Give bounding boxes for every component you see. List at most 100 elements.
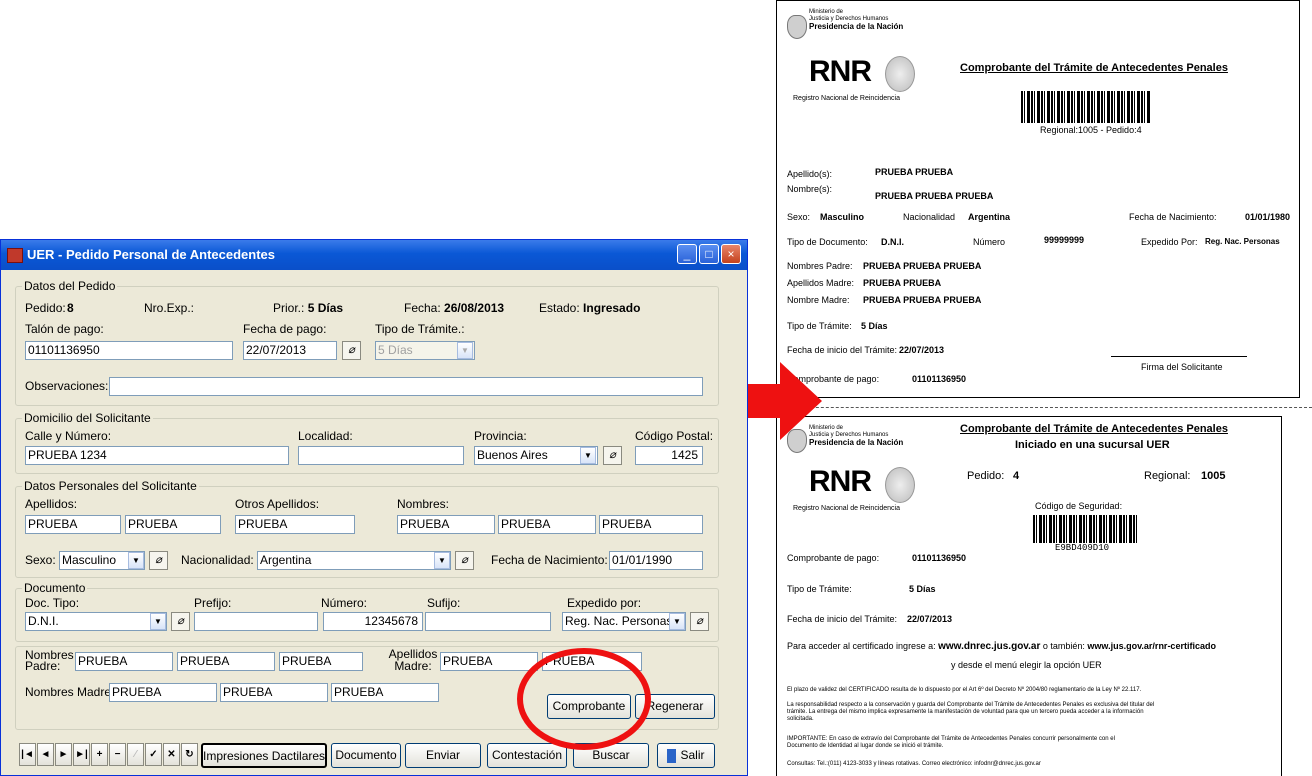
tipotramite-value: 5 Días	[861, 321, 888, 331]
chevron-down-icon[interactable]: ▼	[434, 552, 450, 569]
nombres-madre-label: Nombres Madre:	[25, 685, 115, 699]
doc-title: Comprobante del Trámite de Antecedentes …	[960, 62, 1228, 74]
nmadre-value: PRUEBA PRUEBA PRUEBA	[863, 295, 982, 305]
comprobante-label: Comprobante de pago:	[787, 553, 880, 563]
nmadre1-input[interactable]: PRUEBA	[109, 683, 217, 702]
doc-title: Comprobante del Trámite de Antecedentes …	[960, 423, 1228, 435]
menu-text: y desde el menú elegir la opción UER	[951, 660, 1102, 670]
clear-provincia-icon[interactable]: ⌀	[603, 446, 622, 465]
nro-exp-label: Nro.Exp.:	[144, 301, 195, 315]
apellido1-input[interactable]: PRUEBA	[25, 515, 121, 534]
nombre3-input[interactable]: PRUEBA	[599, 515, 703, 534]
cancel-record-button[interactable]: ✕	[163, 743, 180, 766]
importante-text: IMPORTANTE: En caso de extravío del Comp…	[787, 736, 1115, 742]
numero-input[interactable]: 12345678	[323, 612, 423, 631]
minimize-button[interactable]: _	[677, 244, 697, 264]
group-legend: Datos Personales del Solicitante	[22, 479, 199, 493]
prev-record-button[interactable]: ◄	[37, 743, 54, 766]
codigo-value: E9BD409D10	[1055, 543, 1110, 553]
chevron-down-icon[interactable]: ▼	[150, 613, 166, 630]
npadre-label: Nombres Padre:	[787, 261, 853, 271]
nacionalidad-select[interactable]: Argentina	[257, 551, 451, 570]
observaciones-input[interactable]	[109, 377, 703, 396]
clear-date-icon[interactable]: ⌀	[342, 341, 361, 360]
finicio-label: Fecha de inicio del Trámite:	[787, 614, 898, 624]
padre3-input[interactable]: PRUEBA	[279, 652, 363, 671]
pedido-label: Pedido:	[25, 301, 66, 315]
observaciones-label: Observaciones:	[25, 379, 109, 393]
otros-apellidos-input[interactable]: PRUEBA	[235, 515, 355, 534]
importante-text-2: Documento de Identidad al lugar donde se…	[787, 743, 944, 749]
prefijo-label: Prefijo:	[194, 596, 232, 610]
ministerio-logo: Ministerio de Justicia y Derechos Humanos…	[809, 9, 904, 31]
nombre2-input[interactable]: PRUEBA	[498, 515, 596, 534]
chevron-down-icon: ▼	[457, 342, 473, 359]
sexo-label: Sexo:	[25, 553, 56, 567]
rnr-logo: RNR	[809, 55, 872, 88]
next-record-button[interactable]: ►	[55, 743, 72, 766]
clear-nacionalidad-icon[interactable]: ⌀	[455, 551, 474, 570]
sufijo-input[interactable]	[425, 612, 551, 631]
barcode	[1021, 91, 1151, 123]
apellidos-label: Apellidos:	[25, 497, 78, 511]
padre2-input[interactable]: PRUEBA	[177, 652, 275, 671]
apellidos-value: PRUEBA PRUEBA	[875, 167, 954, 177]
tipodoc-label: Tipo de Documento:	[787, 237, 868, 247]
nacionalidad-value: Argentina	[968, 212, 1011, 222]
nmadre2-input[interactable]: PRUEBA	[220, 683, 328, 702]
edit-record-button[interactable]: ⁄	[127, 743, 144, 766]
delete-record-button[interactable]: −	[109, 743, 126, 766]
doc-subtitle: Iniciado en una sucursal UER	[1015, 439, 1170, 451]
tipotramite-label: Tipo de Trámite:	[787, 584, 852, 594]
firma-line	[1111, 356, 1247, 357]
fnac-input[interactable]: 01/01/1990	[609, 551, 703, 570]
clear-doc-tipo-icon[interactable]: ⌀	[171, 612, 190, 631]
expedido-label: Expedido Por:	[1141, 237, 1198, 247]
cp-input[interactable]: 1425	[635, 446, 703, 465]
close-button[interactable]: ×	[721, 244, 741, 264]
rnr-subtitle: Registro Nacional de Reincidencia	[793, 505, 901, 512]
apellidos-madre-label: Apellidos Madre:	[388, 647, 438, 673]
enviar-button[interactable]: Enviar	[405, 743, 481, 768]
padre1-input[interactable]: PRUEBA	[75, 652, 173, 671]
localidad-input[interactable]	[298, 446, 464, 465]
app-icon	[7, 248, 23, 263]
chevron-down-icon[interactable]: ▼	[128, 552, 144, 569]
otros-apellidos-label: Otros Apellidos:	[235, 497, 320, 511]
rnr-logo: RNR	[809, 465, 872, 498]
numero-label: Número	[973, 237, 1006, 247]
prefijo-input[interactable]	[194, 612, 318, 631]
calle-label: Calle y Número:	[25, 429, 112, 443]
validez-text: El plazo de validez del CERTIFICADO resu…	[787, 687, 1142, 693]
nmadre3-input[interactable]: PRUEBA	[331, 683, 439, 702]
expedido-select[interactable]: Reg. Nac. Personas	[562, 612, 686, 631]
first-record-button[interactable]: |◄	[19, 743, 36, 766]
tipotramite-value: 5 Días	[909, 584, 936, 594]
clear-expedido-icon[interactable]: ⌀	[690, 612, 709, 631]
doc-tipo-select[interactable]: D.N.I.	[25, 612, 167, 631]
refresh-button[interactable]: ↻	[181, 743, 198, 766]
salir-button[interactable]: Salir	[657, 743, 715, 768]
pedido-value: 4	[1013, 470, 1020, 482]
documento-button[interactable]: Documento	[331, 743, 401, 768]
talon-input[interactable]: 01101136950	[25, 341, 233, 360]
firma-label: Firma del Solicitante	[1141, 362, 1223, 372]
clear-sexo-icon[interactable]: ⌀	[149, 551, 168, 570]
chevron-down-icon[interactable]: ▼	[669, 613, 685, 630]
maximize-button[interactable]: □	[699, 244, 719, 264]
nombres-label: Nombres:	[397, 497, 450, 511]
nombre1-input[interactable]: PRUEBA	[397, 515, 495, 534]
add-record-button[interactable]: +	[91, 743, 108, 766]
tipo-tramite-label: Tipo de Trámite.:	[375, 322, 465, 336]
apellido2-input[interactable]: PRUEBA	[125, 515, 221, 534]
sexo-label: Sexo:	[787, 212, 811, 222]
impresiones-dactilares-button[interactable]: Impresiones Dactilares	[201, 743, 327, 768]
fecha-pago-input[interactable]: 22/07/2013	[243, 341, 337, 360]
chevron-down-icon[interactable]: ▼	[580, 447, 596, 464]
acceder-line: Para acceder al certificado ingrese a: w…	[787, 641, 1216, 652]
post-record-button[interactable]: ✓	[145, 743, 162, 766]
calle-input[interactable]: PRUEBA 1234	[25, 446, 289, 465]
group-legend: Domicilio del Solicitante	[22, 411, 153, 425]
nombres-value: PRUEBA PRUEBA PRUEBA	[875, 191, 994, 201]
last-record-button[interactable]: ►|	[73, 743, 90, 766]
